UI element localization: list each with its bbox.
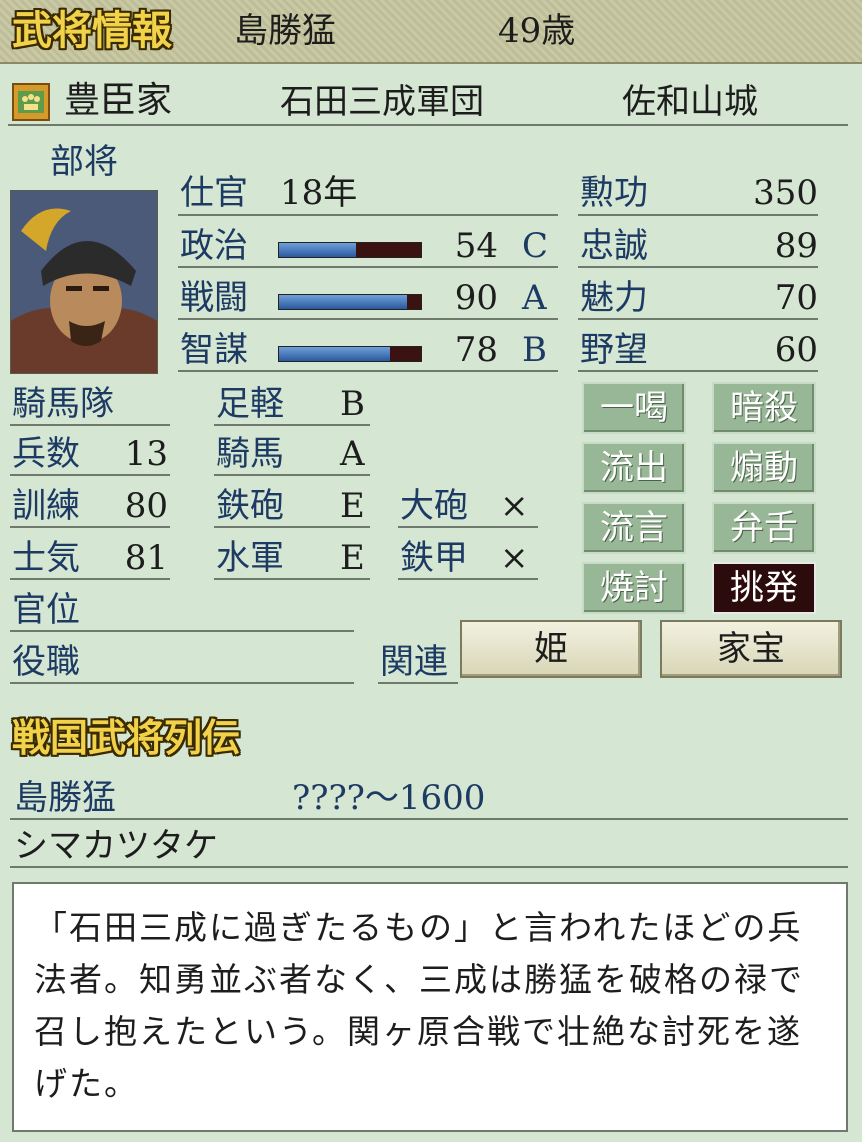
aptitude-grade: A <box>340 434 365 474</box>
divider <box>178 266 558 268</box>
divider <box>578 370 818 372</box>
court-rank-label: 官位 <box>12 590 80 630</box>
divider <box>578 266 818 268</box>
divider <box>178 318 558 320</box>
biography-name: 島勝猛 <box>14 778 116 818</box>
clan-name: 豊臣家 <box>64 80 173 121</box>
stat-label: 戦闘 <box>180 278 248 318</box>
stat-bar <box>278 242 422 258</box>
divider <box>214 474 370 476</box>
command-yakiuchi-button[interactable]: 焼討 <box>582 562 686 614</box>
officer-portrait <box>10 190 158 374</box>
divider <box>10 578 170 580</box>
command-ansatsu-button[interactable]: 暗殺 <box>712 382 816 434</box>
stat-grade: C <box>522 226 549 266</box>
unit-label: 訓練 <box>12 486 80 526</box>
stat-bar-fill <box>279 295 407 309</box>
aptitude-grade: E <box>340 486 365 526</box>
trait-label: 忠誠 <box>580 226 648 266</box>
related-label: 関連 <box>380 642 448 682</box>
divider <box>10 424 170 426</box>
command-benzetsu-button[interactable]: 弁舌 <box>712 502 816 554</box>
trait-label: 魅力 <box>580 278 648 318</box>
biography-panel: 「石田三成に過ぎたるもの」と言われたほどの兵法者。知勇並ぶ者なく、三成は勝猛を破… <box>12 882 848 1132</box>
aptitude-grade: B <box>340 384 365 424</box>
window-title: 武将情報 <box>12 7 172 54</box>
biography-text: 「石田三成に過ぎたるもの」と言われたほどの兵法者。知勇並ぶ者なく、三成は勝猛を破… <box>34 908 804 1103</box>
clan-crest-icon <box>12 83 50 121</box>
aptitude-label: 騎馬 <box>216 434 284 474</box>
divider <box>10 526 170 528</box>
unit-value: 80 <box>124 486 168 526</box>
stat-bar <box>278 346 422 362</box>
trait-value: 89 <box>774 226 818 266</box>
divider <box>10 474 170 476</box>
divider <box>10 866 848 868</box>
equipment-value: × <box>500 486 529 526</box>
unit-label: 士気 <box>12 538 80 578</box>
officer-age: 49歳 <box>498 11 576 51</box>
service-label: 仕官 <box>180 173 248 213</box>
divider <box>378 682 458 684</box>
divider <box>578 318 818 320</box>
divider <box>8 124 848 126</box>
trait-value: 350 <box>753 173 818 213</box>
equipment-label: 鉄甲 <box>400 538 468 578</box>
unit-value: 13 <box>124 434 168 474</box>
castle-name: 佐和山城 <box>622 82 758 122</box>
divider <box>214 578 370 580</box>
stat-grade: A <box>522 278 547 318</box>
divider <box>10 818 848 820</box>
divider <box>398 578 538 580</box>
command-chohatsu-button[interactable]: 挑発 <box>712 562 816 614</box>
trait-label: 野望 <box>580 330 648 370</box>
aptitude-label: 鉄砲 <box>216 486 284 526</box>
divider <box>214 424 370 426</box>
trait-label: 勲功 <box>580 173 648 213</box>
stat-bar-fill <box>279 243 356 257</box>
unit-label: 兵数 <box>12 434 80 474</box>
aptitude-grade: E <box>340 538 365 578</box>
divider <box>10 682 354 684</box>
post-label: 役職 <box>12 642 80 682</box>
unit-type: 騎馬隊 <box>12 384 114 424</box>
stat-value: 90 <box>454 278 498 318</box>
biography-years: ????～1600 <box>292 778 486 818</box>
stat-value: 54 <box>454 226 498 266</box>
biography-reading: シマカツタケ <box>14 826 218 866</box>
unit-value: 81 <box>124 538 168 578</box>
officer-rank: 部将 <box>50 142 118 182</box>
trait-value: 60 <box>774 330 818 370</box>
divider <box>178 370 558 372</box>
officer-name: 島勝猛 <box>234 11 336 51</box>
equipment-value: × <box>500 538 529 578</box>
stat-bar-fill <box>279 347 390 361</box>
stat-value: 78 <box>454 330 498 370</box>
biography-heading: 戦国武将列伝 <box>12 715 241 760</box>
treasure-button[interactable]: 家宝 <box>660 620 842 678</box>
divider <box>10 630 354 632</box>
command-rugen-button[interactable]: 流言 <box>582 502 686 554</box>
stat-bar <box>278 294 422 310</box>
aptitude-label: 足軽 <box>216 384 284 424</box>
stat-label: 智謀 <box>180 330 248 370</box>
divider <box>214 526 370 528</box>
aptitude-label: 水軍 <box>216 538 284 578</box>
stat-label: 政治 <box>180 226 248 266</box>
service-value: 18年 <box>280 173 358 213</box>
equipment-label: 大砲 <box>400 486 468 526</box>
stat-grade: B <box>522 330 547 370</box>
corps-name: 石田三成軍団 <box>280 82 484 122</box>
command-ryushutsu-button[interactable]: 流出 <box>582 442 686 494</box>
divider <box>578 214 818 216</box>
divider <box>398 526 538 528</box>
trait-value: 70 <box>774 278 818 318</box>
command-sendo-button[interactable]: 煽動 <box>712 442 816 494</box>
divider <box>178 214 558 216</box>
princess-button[interactable]: 姫 <box>460 620 642 678</box>
command-ikkatsu-button[interactable]: 一喝 <box>582 382 686 434</box>
